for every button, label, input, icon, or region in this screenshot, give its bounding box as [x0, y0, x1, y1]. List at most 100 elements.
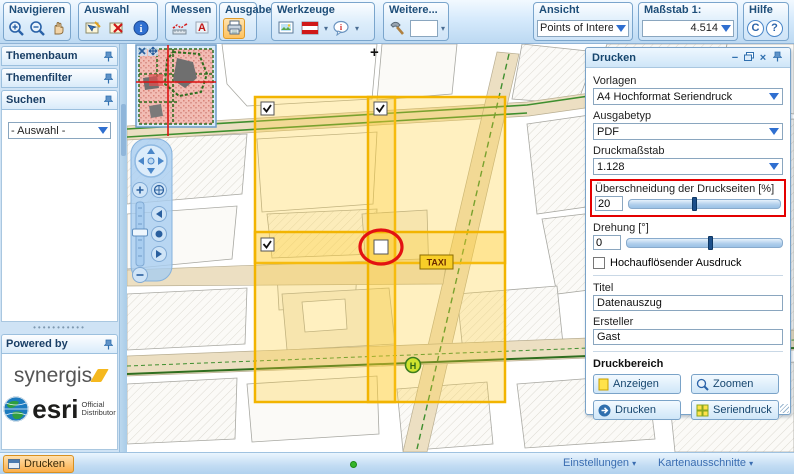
ueberschneidung-slider[interactable]	[628, 199, 781, 209]
close-icon[interactable]: ×	[756, 52, 770, 64]
ueberschneidung-label: Überschneidung der Druckseiten [%]	[595, 183, 781, 195]
drucken-button[interactable]: Drucken	[593, 400, 681, 420]
weitere-dropdown-caret[interactable]: ▾	[441, 24, 445, 33]
einstellungen-link[interactable]: Einstellungen ▾	[563, 457, 636, 469]
drehung-label: Drehung [°]	[593, 222, 783, 234]
drehung-slider-thumb[interactable]	[708, 236, 713, 250]
maptip-icon[interactable]: i	[330, 18, 352, 39]
zoom-out-button[interactable]	[133, 268, 148, 283]
zoom-in-icon[interactable]	[7, 18, 26, 39]
vorlagen-label: Vorlagen	[593, 75, 783, 87]
drehung-slider[interactable]	[626, 238, 783, 248]
pin-icon[interactable]	[104, 339, 113, 350]
toolbar-group-ansicht: Ansicht Points of Intere...	[533, 2, 633, 41]
weitere-combobox[interactable]	[410, 20, 438, 37]
titel-label: Titel	[593, 282, 783, 294]
kartenausschnitte-link[interactable]: Kartenausschnitte ▾	[658, 457, 753, 469]
page-1-checkbox[interactable]	[261, 102, 274, 115]
center-button[interactable]	[152, 227, 167, 242]
page-2-checkbox[interactable]	[374, 102, 387, 115]
page-icon	[598, 378, 609, 391]
ausgabetyp-select[interactable]: PDF	[593, 123, 783, 140]
group-title: Werkzeuge	[275, 4, 371, 16]
previous-extent-button[interactable]	[152, 207, 167, 222]
zoomen-button[interactable]: Zoomen	[691, 374, 779, 394]
full-extent-button[interactable]	[152, 183, 167, 198]
sidebar-panel-suchen[interactable]: Suchen	[1, 90, 118, 110]
task-button-drucken[interactable]: Drucken	[3, 455, 74, 473]
select-icon[interactable]	[82, 18, 104, 39]
ersteller-label: Ersteller	[593, 316, 783, 328]
panel-resize-grip[interactable]	[780, 404, 789, 413]
chevron-down-icon	[98, 127, 108, 134]
zoom-out-icon[interactable]	[28, 18, 47, 39]
measure-distance-icon[interactable]	[169, 18, 190, 39]
zoom-slider-thumb[interactable]	[133, 229, 148, 236]
pin-icon[interactable]	[770, 51, 784, 65]
seriendruck-button[interactable]: Seriendruck	[691, 400, 779, 420]
hochaufloesend-label: Hochauflösender Ausdruck	[610, 257, 741, 269]
pin-icon[interactable]	[104, 95, 113, 106]
titel-input[interactable]	[593, 295, 783, 311]
magnifier-icon	[696, 378, 709, 391]
maptip-dropdown-caret[interactable]: ▾	[355, 24, 359, 33]
ueberschneidung-slider-thumb[interactable]	[692, 197, 697, 211]
druckmassstab-label: Druckmaßstab	[593, 145, 783, 157]
map-navigation-widget[interactable]	[131, 139, 172, 283]
hochaufloesend-checkbox[interactable]	[593, 257, 605, 269]
print-panel-titlebar[interactable]: Drucken − ×	[586, 48, 790, 68]
pan-icon[interactable]	[49, 18, 67, 39]
measure-label-icon[interactable]: A	[192, 18, 213, 39]
chevron-down-icon	[769, 163, 779, 170]
clear-selection-icon[interactable]	[106, 18, 128, 39]
vorlagen-select[interactable]: A4 Hochformat Seriendruck	[593, 88, 783, 105]
svg-text:H: H	[410, 361, 417, 371]
ansicht-select[interactable]: Points of Intere...	[537, 20, 629, 37]
copyright-button[interactable]: C	[747, 20, 764, 37]
help-button[interactable]: ?	[766, 20, 783, 37]
chevron-down-icon	[616, 25, 626, 32]
grid-pages-icon	[696, 404, 709, 417]
flag-dropdown-caret[interactable]: ▾	[324, 24, 328, 33]
search-select[interactable]: - Auswahl -	[8, 122, 111, 139]
pin-icon[interactable]	[104, 51, 113, 62]
overview-move-icon[interactable]	[148, 46, 158, 56]
toolbar-group-messen: Messen A	[165, 2, 217, 41]
anzeigen-button[interactable]: Anzeigen	[593, 374, 681, 394]
group-title: Ansicht	[537, 4, 629, 16]
sidebar-panel-themenfilter[interactable]: Themenfilter	[1, 68, 118, 88]
massstab-select[interactable]: 4.514	[642, 20, 734, 37]
group-title: Ausgabe	[223, 4, 253, 16]
hammer-icon[interactable]	[387, 18, 408, 39]
export-image-icon[interactable]	[275, 18, 297, 39]
restore-icon[interactable]	[742, 52, 756, 64]
group-title: Messen	[169, 4, 213, 16]
druckmassstab-select[interactable]: 1.128	[593, 158, 783, 175]
search-panel-content: - Auswahl -	[1, 110, 118, 322]
flag-austria-icon[interactable]	[299, 18, 321, 39]
group-title: Maßstab 1:	[642, 4, 734, 16]
page-4-checkbox[interactable]	[374, 240, 388, 254]
compass-pan-control[interactable]	[135, 145, 167, 177]
sidebar-panel-powered-by[interactable]: Powered by	[1, 334, 118, 354]
group-title: Weitere...	[387, 4, 445, 16]
overview-close-icon[interactable]	[137, 46, 147, 56]
massstab-value: 4.514	[645, 22, 718, 34]
drehung-input[interactable]	[593, 235, 621, 250]
minimize-icon[interactable]: −	[728, 52, 742, 64]
print-icon[interactable]	[223, 18, 245, 39]
sidebar-panel-themenbaum[interactable]: Themenbaum	[1, 46, 118, 66]
sidebar-resize-handle[interactable]: •••••••••••	[0, 325, 119, 331]
synergis-logo: synergis	[2, 364, 117, 388]
next-extent-button[interactable]	[152, 247, 167, 262]
map-cursor-crosshair: +	[370, 44, 379, 61]
zoom-in-button[interactable]	[133, 183, 148, 198]
pin-icon[interactable]	[104, 73, 113, 84]
ueberschneidung-input[interactable]	[595, 196, 623, 211]
esri-logo: esri OfficialDistributor	[2, 396, 117, 422]
sidebar-splitter[interactable]	[119, 44, 127, 452]
page-3-checkbox[interactable]	[261, 238, 274, 251]
overview-map[interactable]	[136, 45, 216, 136]
identify-icon[interactable]: i	[130, 18, 152, 39]
ersteller-input[interactable]	[593, 329, 783, 345]
